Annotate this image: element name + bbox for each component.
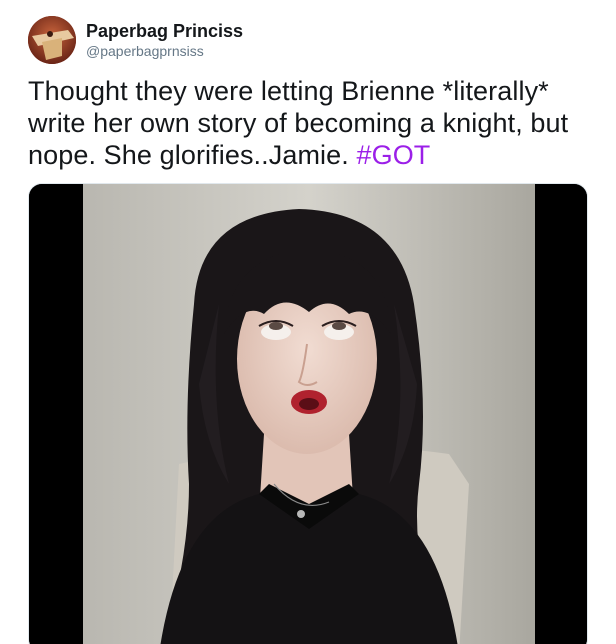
author-names: Paperbag Princiss @paperbagprnsiss <box>86 20 243 60</box>
tweet-header: Paperbag Princiss @paperbagprnsiss <box>28 16 243 64</box>
reaction-gif-image <box>29 184 587 644</box>
tweet-media[interactable] <box>28 183 588 644</box>
display-name[interactable]: Paperbag Princiss <box>86 20 243 42</box>
hashtag-link[interactable]: #GOT <box>356 140 430 170</box>
user-handle[interactable]: @paperbagprnsiss <box>86 42 243 60</box>
tweet-text: Thought they were letting Brienne *liter… <box>28 75 598 171</box>
avatar-image <box>28 16 76 64</box>
tweet-text-body: Thought they were letting Brienne *liter… <box>28 76 569 170</box>
tweet-card: Paperbag Princiss @paperbagprnsiss Thoug… <box>0 0 616 644</box>
avatar[interactable] <box>28 16 76 64</box>
